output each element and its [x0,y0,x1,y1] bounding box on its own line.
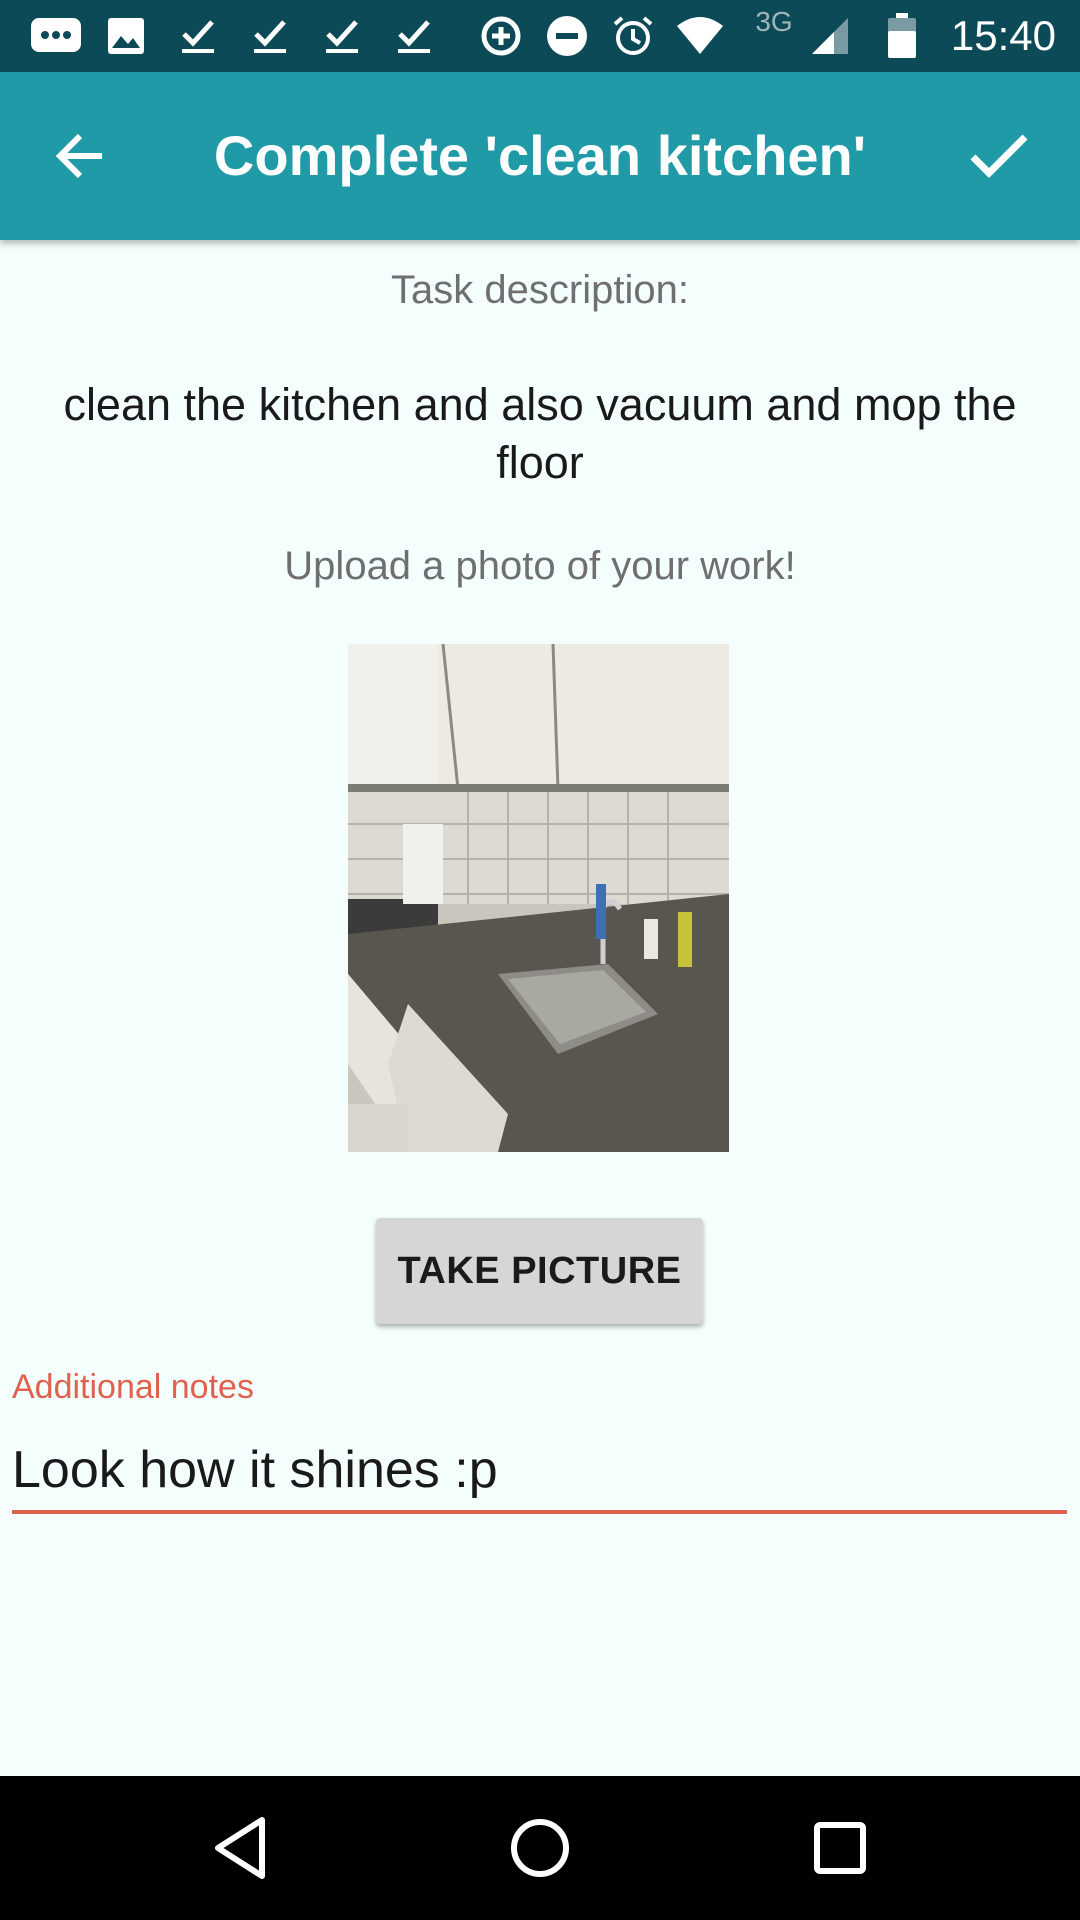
status-bar: 3G 15:40 [0,0,1080,72]
upload-prompt: Upload a photo of your work! [284,544,796,588]
confirm-button[interactable] [954,116,1044,196]
battery-icon [882,0,922,72]
check-icon [970,134,1028,178]
notes-input[interactable] [12,1430,1067,1514]
check-icon [320,0,364,72]
nav-home-button[interactable] [480,1798,600,1898]
work-photo [348,644,729,1152]
arrow-back-icon [55,133,102,179]
check-icon [392,0,436,72]
clock: 15:40 [950,12,1056,59]
app-bar: Complete 'clean kitchen' [0,72,1080,240]
back-triangle-icon [215,1817,265,1879]
image-icon [104,0,148,72]
task-description: clean the kitchen and also vacuum and mo… [63,379,1017,488]
nav-recents-button[interactable] [780,1798,900,1898]
notes-label: Additional notes [12,1368,254,1406]
check-icon [248,0,292,72]
messages-icon [28,0,84,72]
data-saver-icon [478,0,524,72]
alarm-icon [610,0,656,72]
recents-square-icon [814,1822,866,1874]
do-not-disturb-icon [544,0,590,72]
task-description-label: Task description: [391,268,689,312]
take-picture-button[interactable]: TAKE PICTURE [376,1218,703,1324]
nav-back-button[interactable] [180,1798,300,1898]
wifi-icon [674,0,726,72]
check-icon [176,0,220,72]
network-type: 3G [755,6,793,37]
home-circle-icon [511,1819,569,1877]
page-title: Complete 'clean kitchen' [213,124,867,187]
back-button[interactable] [40,116,120,196]
navigation-bar [0,1776,1080,1920]
cell-signal-icon [806,0,854,72]
